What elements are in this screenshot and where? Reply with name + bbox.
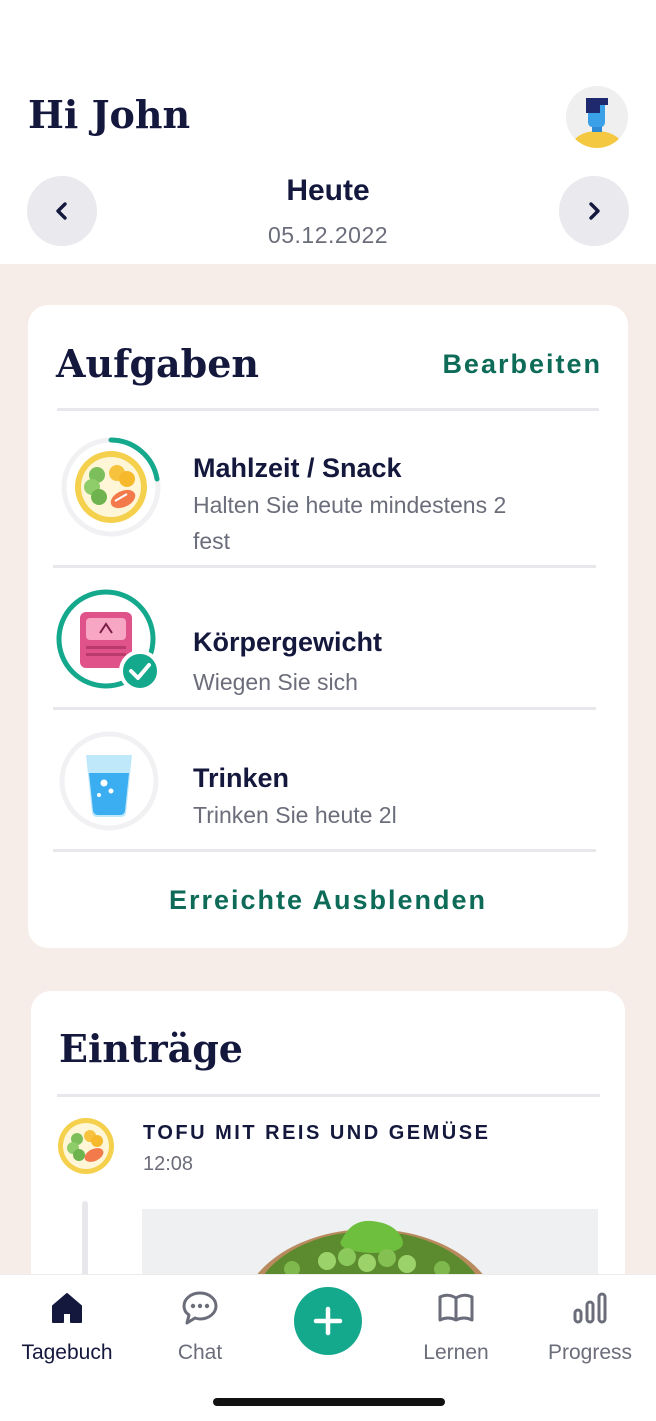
day-title: Heute bbox=[286, 174, 370, 207]
task-meal[interactable]: Mahlzeit / Snack Halten Sie heute mindes… bbox=[28, 435, 628, 565]
entries-card: Einträge TOFU MIT REIS UND GEMÜSE 12:08 bbox=[31, 991, 625, 1274]
bar-chart-icon bbox=[573, 1292, 607, 1324]
task-weight[interactable]: Körpergewicht Wiegen Sie sich bbox=[28, 588, 628, 708]
chat-icon-wrap bbox=[135, 1285, 265, 1331]
tab-chat[interactable]: Chat bbox=[135, 1285, 265, 1365]
task-drink[interactable]: Trinken Trinken Sie heute 2l bbox=[28, 731, 628, 851]
avatar[interactable] bbox=[566, 86, 628, 148]
tab-lernen[interactable]: Lernen bbox=[391, 1285, 521, 1365]
header: Hi John Heute 05.12.2022 bbox=[0, 0, 656, 264]
divider bbox=[57, 1094, 600, 1097]
tab-label: Lernen bbox=[423, 1341, 489, 1364]
water-glass-icon bbox=[59, 731, 159, 831]
task-meal-subtitle: Halten Sie heute mindestens 2 fest bbox=[193, 487, 593, 559]
meal-plate-icon bbox=[58, 1118, 114, 1174]
divider bbox=[53, 849, 596, 852]
tasks-title: Aufgaben bbox=[56, 341, 260, 386]
tab-label: Progress bbox=[547, 1341, 633, 1364]
content-area: Aufgaben Bearbeiten Mahlzeit / Snack Hal… bbox=[0, 264, 656, 1274]
task-drink-subtitle: Trinken Sie heute 2l bbox=[193, 802, 397, 828]
divider bbox=[57, 408, 599, 411]
scale-icon bbox=[56, 589, 161, 692]
task-meal-subtitle-line2: fest bbox=[193, 528, 231, 554]
book-icon bbox=[438, 1293, 474, 1322]
home-indicator bbox=[213, 1398, 445, 1406]
timeline-line bbox=[82, 1201, 88, 1274]
hide-completed-button[interactable]: Erreichte Ausblenden bbox=[28, 885, 628, 916]
entry-icon-wrap bbox=[57, 1117, 115, 1175]
plus-icon bbox=[313, 1306, 343, 1336]
greeting: Hi John bbox=[28, 92, 191, 137]
book-icon-wrap bbox=[391, 1285, 521, 1331]
entry-title[interactable]: TOFU MIT REIS UND GEMÜSE bbox=[143, 1122, 490, 1145]
entries-title: Einträge bbox=[59, 1026, 243, 1071]
add-button[interactable] bbox=[294, 1287, 362, 1355]
salad-bowl-image bbox=[142, 1209, 598, 1274]
entry-time: 12:08 bbox=[143, 1153, 194, 1175]
home-icon bbox=[52, 1293, 82, 1323]
edit-button[interactable]: Bearbeiten bbox=[442, 349, 602, 380]
task-drink-title: Trinken bbox=[193, 763, 290, 793]
tab-label: Tagebuch bbox=[21, 1341, 113, 1364]
next-day-button[interactable] bbox=[559, 176, 629, 246]
tab-progress[interactable]: Progress bbox=[525, 1285, 655, 1365]
chevron-right-icon bbox=[589, 202, 600, 220]
bar-chart-icon-wrap bbox=[525, 1285, 655, 1331]
chat-bubble-icon bbox=[182, 1291, 218, 1325]
task-meal-subtitle-line1: Halten Sie heute mindestens 2 bbox=[193, 492, 507, 518]
user-avatar-icon bbox=[566, 86, 628, 148]
task-weight-title: Körpergewicht bbox=[193, 627, 383, 657]
divider bbox=[53, 707, 596, 710]
tab-tagebuch[interactable]: Tagebuch bbox=[2, 1285, 132, 1365]
day-date: 05.12.2022 bbox=[267, 222, 389, 248]
tab-label: Chat bbox=[177, 1341, 223, 1364]
divider bbox=[53, 565, 596, 568]
task-meal-title: Mahlzeit / Snack bbox=[193, 453, 402, 483]
task-drink-icon-wrap bbox=[59, 731, 163, 835]
task-meal-icon-wrap bbox=[59, 435, 163, 539]
meal-plate-icon bbox=[61, 437, 161, 537]
entry-photo[interactable] bbox=[142, 1209, 598, 1274]
task-weight-icon-wrap bbox=[55, 588, 161, 692]
task-weight-subtitle: Wiegen Sie sich bbox=[193, 669, 358, 695]
home-icon-wrap bbox=[2, 1285, 132, 1331]
tasks-card: Aufgaben Bearbeiten Mahlzeit / Snack Hal… bbox=[28, 305, 628, 948]
